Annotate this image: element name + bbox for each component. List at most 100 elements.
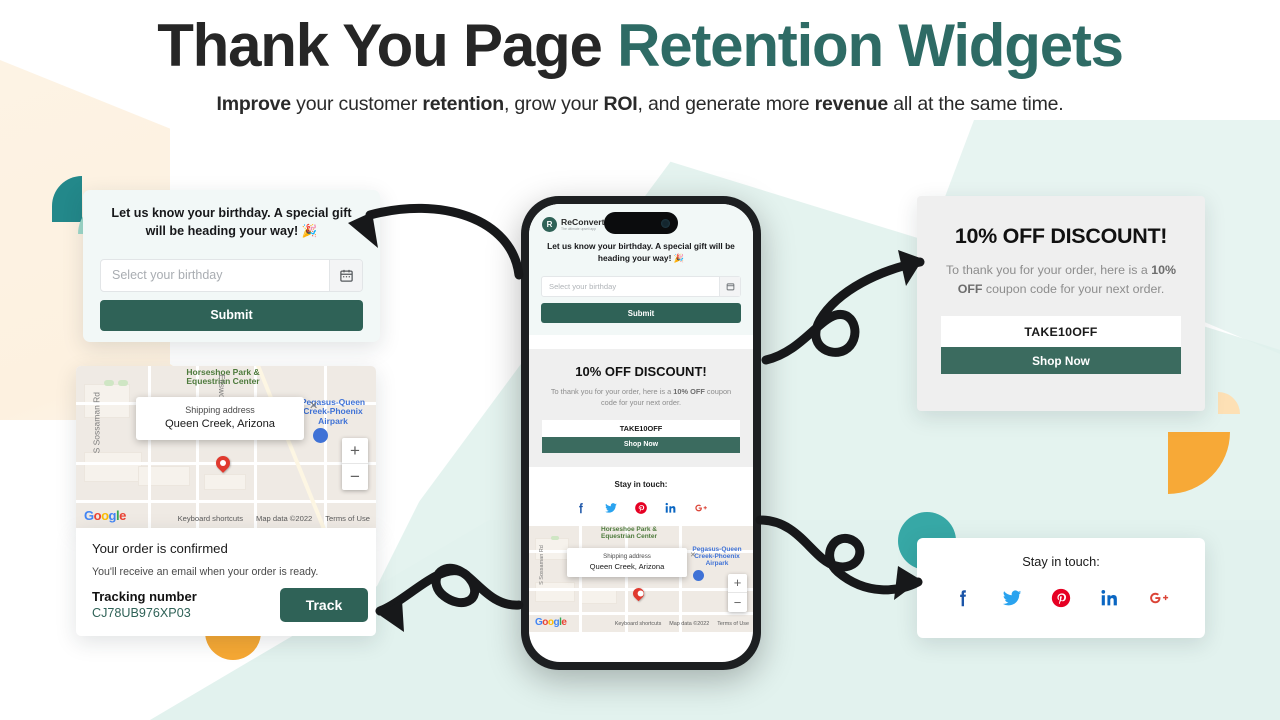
phone-map-zoom-in[interactable]: + (728, 574, 747, 593)
map-footer-shortcuts[interactable]: Keyboard shortcuts (178, 514, 243, 523)
arrow-to-order-card (375, 563, 524, 616)
phone-coupon-code[interactable]: TAKE10OFF (542, 419, 740, 437)
map-popup-title: Shipping address (185, 405, 255, 415)
discount-body-text-2: coupon code for your next order. (982, 281, 1165, 296)
phone-map-zoom-out[interactable]: − (728, 593, 747, 612)
discount-body-text-1: To thank you for your order, here is a (945, 263, 1152, 277)
map-footer-terms[interactable]: Terms of Use (325, 514, 370, 523)
phone-discount-title: 10% OFF DISCOUNT! (575, 364, 707, 380)
twitter-icon[interactable] (1001, 587, 1023, 609)
birthday-submit-button[interactable]: Submit (100, 299, 363, 331)
phone-google-logo: Google (535, 616, 567, 628)
map-label-airpark: Pegasus-Queen Creek-Phoenix Airpark (300, 397, 366, 426)
map-popup-address: Queen Creek, Arizona (164, 418, 276, 430)
decor-quarter-circle-orange (1168, 432, 1230, 494)
phone-pinterest-icon[interactable] (634, 501, 648, 515)
subtitle-bold-revenue: revenue (814, 92, 889, 115)
social-icon-row (917, 587, 1205, 609)
phone-map-direction-marker (693, 569, 704, 581)
phone-birthday-message: Let us know your birthday. A special gif… (547, 241, 735, 264)
discount-widget-card: 10% OFF DISCOUNT! To thank you for your … (917, 196, 1205, 411)
header: Thank You Page Retention Widgets Improve… (0, 12, 1280, 116)
phone-map-popup: Shipping address Queen Creek, Arizona (567, 547, 687, 577)
phone-map-footer: Keyboard shortcuts Map data ©2022 Terms … (615, 621, 749, 627)
google-logo: Google (84, 508, 126, 523)
map-zoom-controls[interactable]: + − (342, 438, 368, 490)
poster-canvas: Thank You Page Retention Widgets Improve… (0, 0, 1280, 720)
phone-linkedin-icon[interactable] (664, 501, 678, 515)
order-heading: Your order is confirmed (92, 541, 228, 556)
map-popup-close-x[interactable]: ✕ (309, 399, 318, 412)
track-button[interactable]: Track (280, 588, 368, 622)
map-label-road-left: S Sossaman Rd (91, 391, 102, 454)
subtitle-text-1: your customer (290, 92, 423, 115)
phone-map-section[interactable]: Horseshoe Park & Equestrian Center Pegas… (529, 525, 753, 632)
phone-notch (604, 212, 678, 234)
subtitle-bold-roi: ROI (603, 92, 638, 115)
phone-submit-button[interactable]: Submit (541, 303, 741, 324)
reconvert-logo-mark: R (542, 217, 557, 232)
calendar-icon[interactable] (329, 259, 362, 291)
phone-calendar-icon[interactable] (719, 277, 740, 297)
order-confirmation-card: Your order is confirmed You'll receive a… (76, 528, 376, 636)
birthday-input[interactable] (101, 259, 329, 291)
subtitle-text-4: all at the same time. (887, 92, 1064, 115)
decor-quarter-circle-orange-small (1218, 392, 1240, 414)
reconvert-logo-tagline: The ultimate upsell app (561, 226, 597, 231)
map-zoom-out-button[interactable]: − (342, 464, 368, 490)
phone-map-label-park: Horseshoe Park & Equestrian Center (601, 525, 657, 540)
subtitle-bold-improve: Improve (216, 92, 291, 115)
map-zoom-in-button[interactable]: + (342, 438, 368, 464)
phone-map-footer-shortcuts: Keyboard shortcuts (614, 620, 662, 627)
social-title: Stay in touch: (1022, 554, 1100, 569)
shop-now-button[interactable]: Shop Now (941, 347, 1181, 375)
reconvert-logo-text: ReConvert (561, 216, 605, 227)
phone-map-footer-data: Map data ©2022 (669, 620, 710, 627)
phone-social-title: Stay in touch: (614, 479, 668, 489)
page-subtitle: Improve your customer retention, grow yo… (0, 93, 1280, 116)
arrow-to-discount-card (761, 257, 925, 365)
birthday-widget-card: Let us know your birthday. A special gif… (83, 190, 380, 342)
social-widget-card: Stay in touch: (917, 538, 1205, 638)
page-title-dark: Thank You Page (157, 12, 618, 79)
phone-facebook-icon[interactable] (574, 501, 588, 515)
phone-map-popup-address: Queen Creek, Arizona (589, 561, 665, 571)
coupon-code[interactable]: TAKE10OFF (941, 316, 1181, 348)
phone-discount-text-1: To thank you for your order, here is a (550, 387, 674, 397)
linkedin-icon[interactable] (1099, 587, 1121, 609)
phone-screen: R ReConvert The ultimate upsell app Let … (529, 204, 753, 662)
phone-discount-body: To thank you for your order, here is a 1… (542, 386, 740, 408)
arrow-to-birthday-card (365, 203, 524, 280)
phone-map-zoom-controls[interactable]: + − (728, 573, 747, 612)
phone-map-footer-terms: Terms of Use (717, 620, 749, 627)
phone-mockup: R ReConvert The ultimate upsell app Let … (521, 196, 761, 670)
phone-birthday-input[interactable]: Select your birthday (541, 276, 741, 298)
phone-discount-bold: 10% OFF (673, 387, 705, 397)
arrowhead-order (378, 600, 404, 632)
phone-discount-section: 10% OFF DISCOUNT! To thank you for your … (529, 349, 753, 467)
phone-map-close-icon[interactable]: ✕ (690, 551, 696, 559)
birthday-message: Let us know your birthday. A special gif… (111, 206, 352, 239)
birthday-input-group[interactable] (100, 258, 363, 292)
googleplus-icon[interactable] (1148, 587, 1170, 609)
phone-twitter-icon[interactable] (604, 501, 618, 515)
discount-title: 10% OFF DISCOUNT! (954, 224, 1168, 248)
phone-map-label-road: S Sossaman Rd (538, 544, 545, 585)
facebook-icon[interactable] (952, 587, 974, 609)
phone-googleplus-icon[interactable] (694, 501, 708, 515)
phone-map-popup-title: Shipping address (603, 552, 651, 560)
decor-half-circle-orange (205, 632, 261, 660)
camera-icon (661, 218, 670, 228)
map-direction-marker (313, 428, 328, 443)
phone-social-row (529, 501, 753, 515)
phone-social-section: Stay in touch: (529, 466, 753, 526)
map-address-popup: close-icon Shipping address Queen Creek,… (136, 397, 304, 440)
phone-shop-now-button[interactable]: Shop Now (542, 436, 740, 453)
map-widget-card: Horseshoe Park & Equestrian Center Pegas… (76, 366, 376, 529)
page-title: Thank You Page Retention Widgets (0, 12, 1280, 79)
map-canvas[interactable]: Horseshoe Park & Equestrian Center Pegas… (76, 366, 376, 529)
pinterest-icon[interactable] (1050, 587, 1072, 609)
map-footer: Keyboard shortcuts Map data ©2022 Terms … (178, 514, 370, 523)
map-pin (213, 453, 233, 473)
phone-birthday-placeholder: Select your birthday (549, 282, 617, 292)
